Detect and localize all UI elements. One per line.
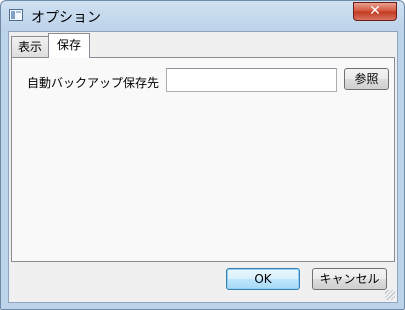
backup-destination-label: 自動バックアップ保存先 xyxy=(27,76,160,90)
ok-button[interactable]: OK xyxy=(226,268,300,290)
cancel-button[interactable]: キャンセル xyxy=(312,268,387,290)
resize-grip[interactable] xyxy=(385,290,395,300)
close-icon: ✕ xyxy=(369,3,381,19)
tab-panel-save: 自動バックアップ保存先 参照 xyxy=(11,57,395,262)
window-title: オプション xyxy=(31,10,101,26)
close-button[interactable]: ✕ xyxy=(353,2,397,21)
app-window-icon xyxy=(9,9,23,21)
dialog-client-area: 表示 保存 自動バックアップ保存先 参照 OK キャンセル xyxy=(8,31,398,303)
backup-path-input[interactable] xyxy=(166,68,337,92)
browse-button[interactable]: 参照 xyxy=(344,68,389,90)
title-bar[interactable]: オプション ✕ xyxy=(1,1,404,31)
tab-save[interactable]: 保存 xyxy=(48,33,90,58)
tab-display[interactable]: 表示 xyxy=(11,36,49,58)
options-dialog-window: オプション ✕ 表示 保存 自動バックアップ保存先 参照 OK キャンセル xyxy=(0,0,405,310)
